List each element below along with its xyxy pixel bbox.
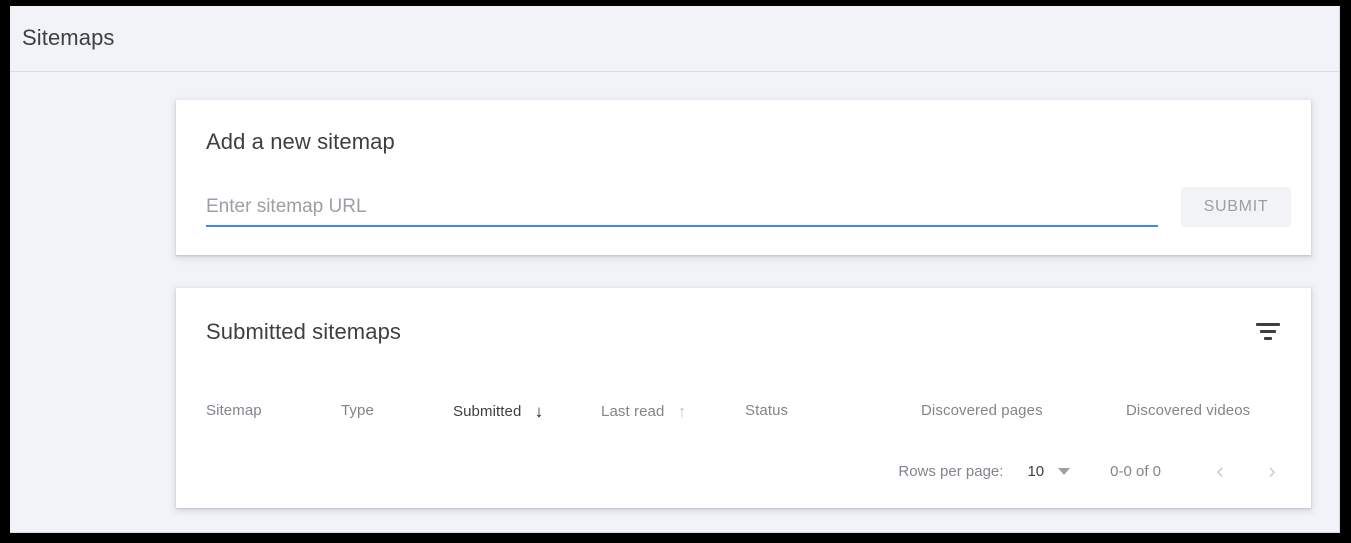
column-header-discovered-pages[interactable]: Discovered pages bbox=[921, 402, 1043, 419]
table-pagination: Rows per page: 10 0-0 of 0 ‹ › bbox=[898, 458, 1289, 484]
column-header-discovered-videos-label: Discovered videos bbox=[1126, 402, 1250, 419]
page-header: Sitemaps bbox=[10, 6, 1339, 72]
sort-ascending-icon: ↑ bbox=[678, 402, 687, 422]
submitted-sitemaps-card: Submitted sitemaps Sitemap Type Submitte… bbox=[176, 288, 1311, 508]
filter-icon-bar-middle bbox=[1260, 330, 1276, 333]
column-header-submitted[interactable]: Submitted ↓ bbox=[453, 402, 543, 422]
column-header-last-read-label: Last read bbox=[601, 403, 664, 420]
column-header-sitemap-label: Sitemap bbox=[206, 402, 262, 419]
sitemap-url-underline bbox=[206, 225, 1158, 227]
rows-per-page-select[interactable]: 10 bbox=[1027, 463, 1070, 480]
column-header-discovered-videos[interactable]: Discovered videos bbox=[1126, 402, 1250, 419]
column-header-type[interactable]: Type bbox=[341, 402, 374, 419]
rows-per-page-label: Rows per page: bbox=[898, 463, 1003, 480]
chevron-down-icon bbox=[1058, 468, 1070, 475]
filter-icon-bar-top bbox=[1256, 323, 1280, 326]
sitemap-url-field[interactable] bbox=[206, 190, 1158, 224]
sitemap-url-input[interactable] bbox=[206, 190, 1158, 224]
screenshot-frame: Sitemaps Add a new sitemap SUBMIT Submit… bbox=[0, 0, 1351, 543]
column-header-last-read[interactable]: Last read ↑ bbox=[601, 402, 686, 422]
filter-list-icon[interactable] bbox=[1254, 320, 1282, 342]
page-title: Sitemaps bbox=[22, 25, 115, 51]
sort-descending-icon: ↓ bbox=[535, 402, 544, 422]
column-header-sitemap[interactable]: Sitemap bbox=[206, 402, 262, 419]
submit-button[interactable]: SUBMIT bbox=[1181, 187, 1291, 227]
column-header-submitted-label: Submitted bbox=[453, 403, 521, 420]
app-viewport: Sitemaps Add a new sitemap SUBMIT Submit… bbox=[10, 6, 1340, 533]
previous-page-button[interactable]: ‹ bbox=[1203, 458, 1237, 484]
add-sitemap-heading: Add a new sitemap bbox=[206, 129, 395, 155]
column-header-type-label: Type bbox=[341, 402, 374, 419]
column-header-status-label: Status bbox=[745, 402, 788, 419]
add-sitemap-card: Add a new sitemap SUBMIT bbox=[176, 100, 1311, 255]
rows-per-page-value: 10 bbox=[1027, 463, 1044, 480]
column-header-status[interactable]: Status bbox=[745, 402, 788, 419]
sitemaps-table-header: Sitemap Type Submitted ↓ Last read ↑ Sta… bbox=[176, 393, 1311, 433]
next-page-button[interactable]: › bbox=[1255, 458, 1289, 484]
filter-icon-bar-bottom bbox=[1264, 337, 1272, 340]
column-header-discovered-pages-label: Discovered pages bbox=[921, 402, 1043, 419]
pagination-range-label: 0-0 of 0 bbox=[1110, 463, 1161, 480]
submitted-sitemaps-heading: Submitted sitemaps bbox=[206, 319, 401, 345]
